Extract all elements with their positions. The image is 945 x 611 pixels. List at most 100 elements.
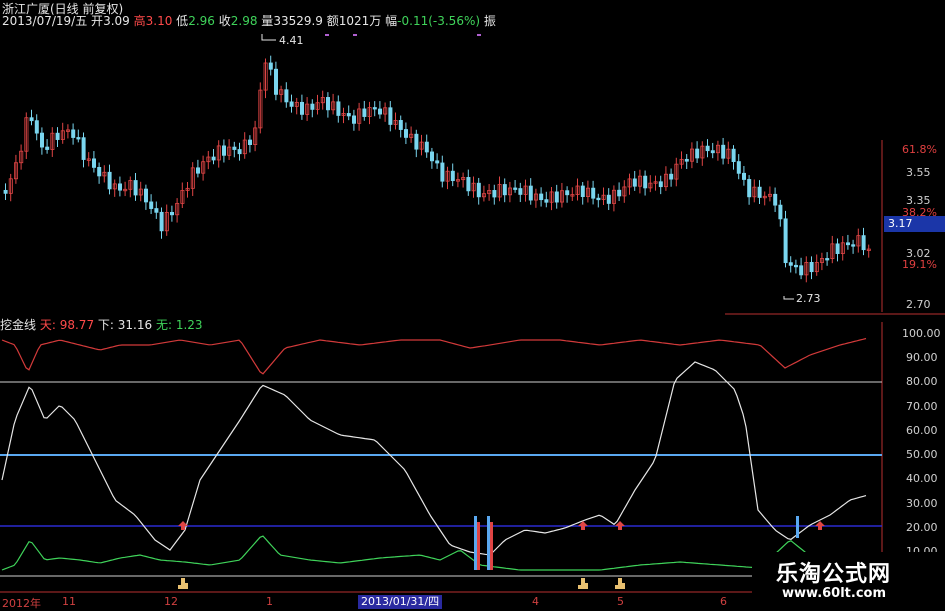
time-axis-label: 12	[164, 595, 178, 608]
candle-body	[794, 264, 799, 268]
candle-body	[554, 191, 559, 203]
candle-body	[211, 156, 216, 161]
candle-body	[539, 193, 544, 201]
hand-icon	[178, 578, 188, 589]
candle-body	[773, 193, 778, 206]
price-axis-label: 2.70	[906, 298, 931, 311]
indicator-line-tian	[1, 337, 867, 375]
candle-body	[310, 103, 315, 110]
candle-body	[429, 151, 434, 162]
candle-body	[658, 181, 663, 188]
indicator-axis-label: 30.00	[906, 497, 938, 510]
series-value-wu: 1.23	[175, 318, 203, 332]
event-markers	[325, 34, 481, 36]
candle-body	[325, 97, 330, 111]
candle-body	[388, 107, 393, 125]
candle-body	[34, 120, 39, 134]
candle-body	[133, 180, 138, 196]
candle-body	[154, 208, 159, 213]
candle-body	[721, 144, 726, 159]
candle-body	[372, 107, 377, 110]
candle-body	[705, 145, 710, 152]
indicator-axis-label: 60.00	[906, 424, 938, 437]
indicator-axis-label: 100.00	[902, 327, 941, 340]
indicator-axis-label: 40.00	[906, 472, 938, 485]
change-value: -0.11(-3.56%)	[397, 14, 481, 28]
candle-body	[221, 145, 226, 156]
candle-body	[118, 183, 123, 191]
candle-body	[362, 108, 367, 117]
candle-body	[403, 129, 408, 138]
candle-body	[799, 265, 804, 276]
candle-body	[835, 243, 840, 254]
indicator-axis-label: 80.00	[906, 375, 938, 388]
candle-body	[851, 244, 856, 247]
candlestick-series	[3, 55, 871, 283]
candle-body	[195, 167, 200, 174]
candle-body	[97, 167, 102, 177]
cursor-date-box: 2013/01/31/四	[358, 595, 443, 609]
signal-bars	[474, 516, 799, 570]
candle-body	[351, 115, 356, 124]
candle-body	[492, 190, 497, 198]
candle-body	[710, 150, 715, 154]
time-axis-label: 6	[720, 595, 727, 608]
signal-bar	[477, 522, 480, 570]
volume-label: 量	[261, 14, 274, 28]
indicator-legend: 挖金线 天: 98.77 下: 31.16 无: 1.23	[0, 316, 203, 333]
low-marker-value: 2.73	[796, 292, 821, 305]
hand-icon	[615, 578, 625, 589]
low-marker-line	[783, 296, 794, 300]
high-value: 3.10	[145, 14, 173, 28]
quote-date: 2013/07/19/五	[2, 14, 88, 28]
indicator-axis-label: 70.00	[906, 400, 938, 413]
amplitude-label: 振	[483, 14, 496, 28]
time-axis-label: 4	[532, 595, 539, 608]
watermark-name: 乐淘公式网	[776, 562, 892, 587]
price-axis-label: 61.8%	[902, 143, 937, 156]
candle-body	[476, 182, 481, 198]
series-name-xia: 下:	[97, 318, 114, 332]
candle-body	[336, 101, 341, 116]
candle-body	[435, 160, 440, 164]
indicator-name: 挖金线	[0, 318, 37, 332]
low-value: 2.96	[188, 14, 215, 28]
high-marker-value: 4.41	[279, 34, 304, 47]
candle-body	[440, 162, 445, 182]
candle-body	[377, 108, 382, 115]
candle-body	[580, 185, 585, 197]
up-arrow-icon	[178, 521, 188, 530]
volume-value: 33529.9	[273, 14, 323, 28]
candle-body	[846, 242, 851, 246]
candle-body	[71, 129, 76, 138]
series-name-tian: 天:	[39, 318, 56, 332]
candle-body	[742, 172, 747, 180]
candle-body	[736, 161, 741, 174]
candle-body	[544, 199, 549, 203]
hand-markers	[178, 578, 625, 589]
amount-label: 额	[326, 14, 339, 28]
candle-body	[643, 175, 648, 189]
candle-body	[81, 137, 86, 160]
current-price-badge: 3.17	[884, 216, 945, 232]
high-label: 高	[133, 14, 146, 28]
indicator-line-wu	[1, 535, 867, 571]
close-value: 2.98	[230, 14, 258, 28]
signal-bar	[490, 522, 493, 570]
indicator-axis-label: 50.00	[906, 448, 938, 461]
candle-body	[788, 262, 793, 266]
candle-body	[684, 158, 689, 162]
candle-body	[289, 101, 294, 107]
candle-body	[398, 120, 403, 130]
close-label: 收	[218, 14, 231, 28]
candle-body	[565, 190, 570, 196]
candle-body	[513, 187, 518, 190]
candle-body	[518, 188, 523, 195]
time-axis-label: 1	[266, 595, 273, 608]
candle-body	[92, 158, 97, 168]
watermark-url: www.60lt.com	[782, 586, 887, 601]
candle-body	[143, 188, 148, 203]
candle-body	[861, 235, 866, 251]
candle-body	[466, 177, 471, 192]
amount-value: 1021万	[338, 14, 382, 28]
